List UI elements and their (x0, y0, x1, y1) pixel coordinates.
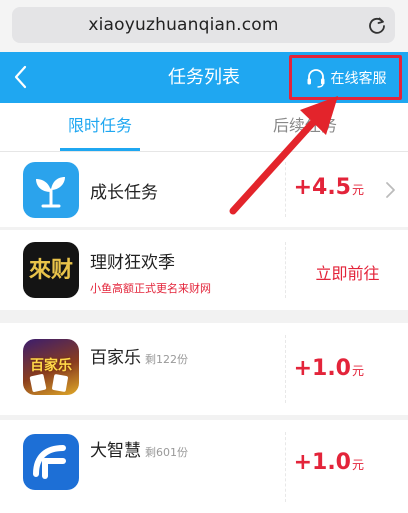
task-name: 大智慧 剩601份 (90, 436, 188, 461)
row-divider (285, 432, 286, 502)
reward-value: +1.0 (293, 356, 351, 381)
reward-unit: 元 (351, 364, 364, 378)
task-row-growth[interactable]: 成长任务 +4.5元 (0, 152, 408, 227)
reward-amount: +1.0元 (294, 356, 364, 381)
dazhihui-logo-icon (23, 434, 79, 490)
baijiale-icon: 百家乐 (23, 339, 79, 395)
task-name-text: 大智慧 (90, 441, 141, 461)
url-text[interactable]: xiaoyuzhuanqian.com (12, 7, 355, 43)
go-now-button[interactable]: 立即前往 (300, 260, 395, 284)
reward-amount: +4.5元 (294, 175, 364, 200)
reward-unit: 元 (351, 458, 364, 472)
remaining-count: 剩601份 (145, 446, 188, 459)
task-name: 成长任务 (90, 183, 158, 203)
remaining-count: 剩122份 (145, 353, 188, 366)
headset-icon (307, 68, 324, 88)
browser-url-bar: xiaoyuzhuanqian.com (0, 0, 408, 52)
icon-caption: 百家乐 (30, 358, 72, 374)
reward-value: +1.0 (293, 450, 351, 475)
chevron-right-icon (386, 182, 395, 198)
online-service-label: 在线客服 (330, 70, 387, 87)
task-row-baijiale[interactable]: 百家乐 百家乐 剩122份 +1.0元 (0, 323, 408, 415)
task-row-dazhihui[interactable]: 大智慧 剩601份 +1.0元 (0, 420, 408, 513)
task-name-text: 百家乐 (90, 348, 141, 368)
row-divider (285, 162, 286, 217)
logo-text: 來财 (28, 257, 73, 283)
sprout-icon (23, 162, 79, 218)
row-divider (285, 242, 286, 298)
reward-amount: +1.0元 (294, 450, 364, 475)
task-tabs: 限时任务 后续任务 (0, 103, 408, 152)
online-service-button[interactable]: 在线客服 (289, 55, 402, 100)
reward-unit: 元 (351, 183, 364, 197)
address-field[interactable]: xiaoyuzhuanqian.com (12, 7, 395, 43)
app-header: 任务列表 在线客服 (0, 52, 408, 103)
reward-value: +4.5 (293, 175, 351, 200)
card-shape (29, 373, 47, 393)
task-name: 百家乐 剩122份 (90, 343, 188, 368)
task-name: 理财狂欢季 (90, 253, 175, 273)
row-divider (285, 335, 286, 403)
reload-icon[interactable] (367, 15, 387, 35)
task-subtitle: 小鱼高额正式更名来财网 (90, 282, 211, 295)
task-row-licai[interactable]: 來财 理财狂欢季 小鱼高额正式更名来财网 立即前往 (0, 230, 408, 310)
tab-follow-up-tasks[interactable]: 后续任务 (265, 103, 345, 151)
laicai-logo-icon: 來财 (23, 242, 79, 298)
card-shape (51, 373, 69, 393)
tab-limited-time-tasks[interactable]: 限时任务 (60, 103, 140, 151)
